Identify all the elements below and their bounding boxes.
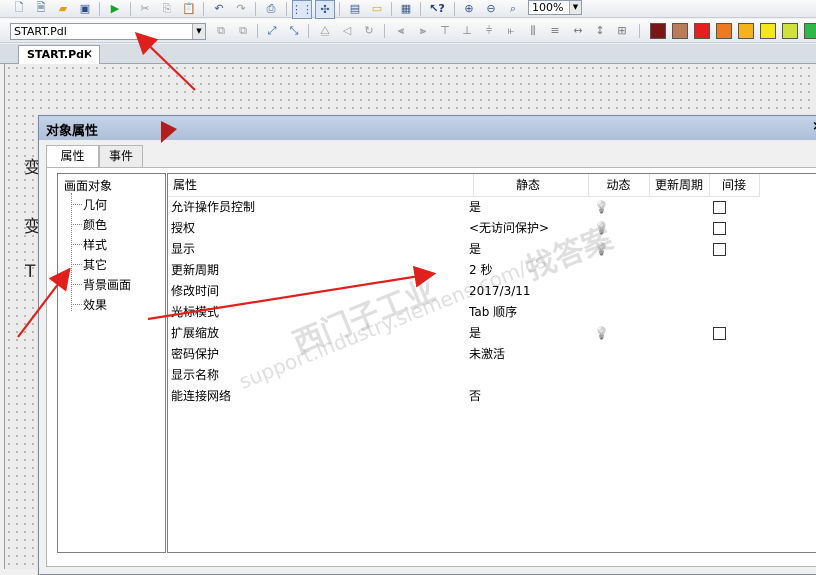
- annotation-arrow: [17, 267, 71, 338]
- annotation-arrow: [147, 265, 437, 321]
- annotation-arrows: [17, 31, 437, 338]
- annotation-arrow: [134, 31, 196, 91]
